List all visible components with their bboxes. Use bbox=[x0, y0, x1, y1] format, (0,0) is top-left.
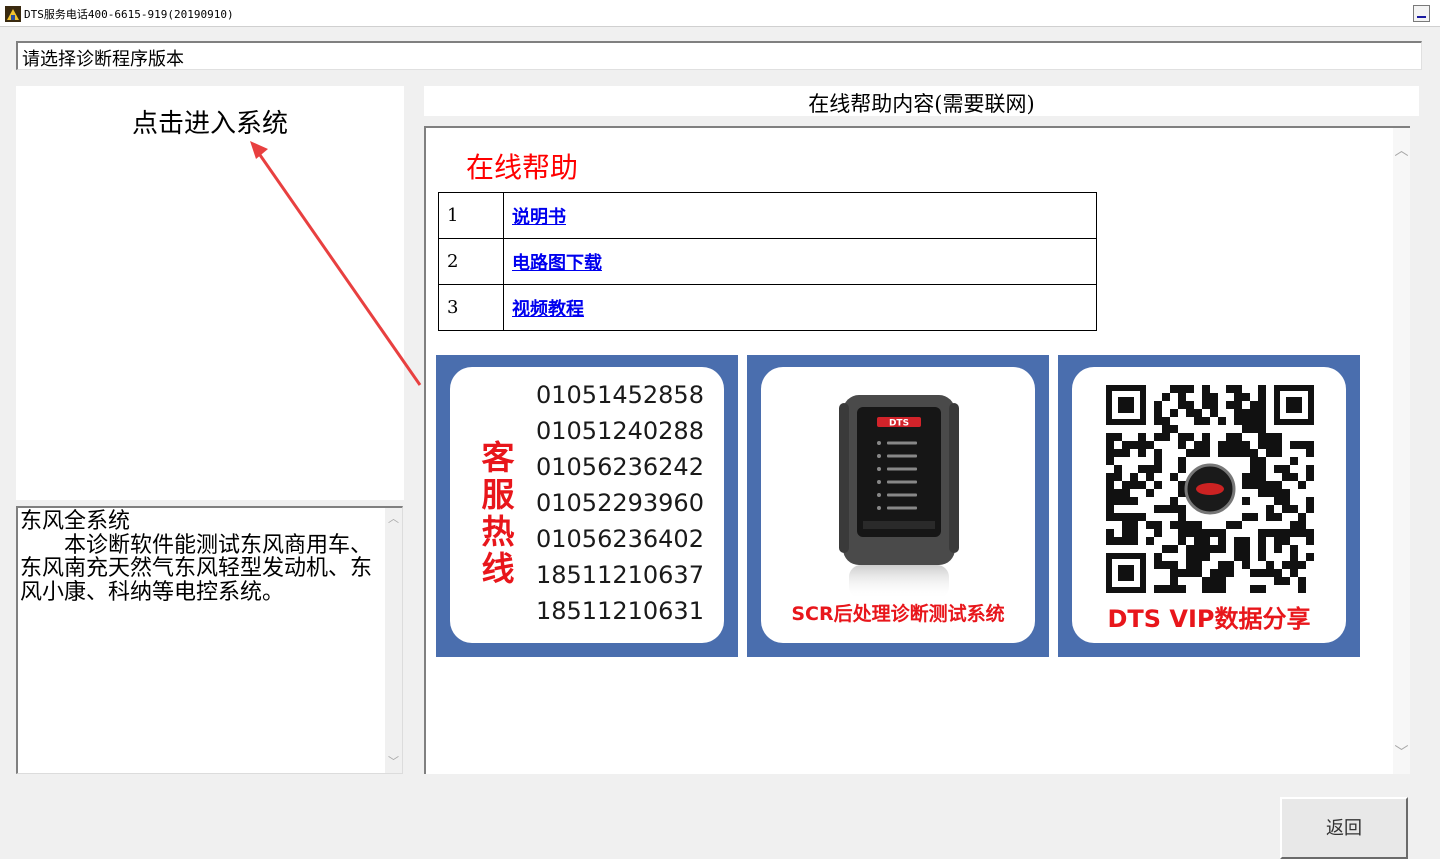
table-row: 3 视频教程 bbox=[438, 284, 1097, 331]
help-link-table: 1 说明书 2 电路图下载 3 视频教程 bbox=[438, 192, 1097, 331]
help-title: 在线帮助 bbox=[466, 151, 579, 184]
phone-number: 01052293960 bbox=[536, 489, 704, 517]
return-button[interactable]: 返回 bbox=[1280, 797, 1408, 859]
help-header: 在线帮助内容(需要联网) bbox=[424, 86, 1419, 116]
phone-number: 01051452858 bbox=[536, 381, 704, 409]
scroll-down-icon[interactable]: ﹀ bbox=[1393, 742, 1410, 762]
phone-number: 18511210631 bbox=[536, 597, 704, 625]
scroll-up-icon[interactable]: ︿ bbox=[1393, 140, 1410, 160]
scroll-down-icon[interactable]: ﹀ bbox=[385, 753, 402, 769]
phone-number: 01051240288 bbox=[536, 417, 704, 445]
row-number: 2 bbox=[438, 238, 504, 285]
phone-list: 01051452858 01051240288 01056236242 0105… bbox=[536, 377, 704, 629]
device-card: DTS SCR后处理诊断测试系统 bbox=[761, 367, 1035, 643]
qr-banner: DTS VIP数据分享 bbox=[1058, 355, 1360, 657]
phone-number: 18511210637 bbox=[536, 561, 704, 589]
description-text: 东风全系统 本诊断软件能测试东风商用车、东风南充天然气东风轻型发动机、东风小康、… bbox=[20, 510, 386, 604]
device-logo: DTS bbox=[889, 419, 909, 429]
wiring-diagram-link[interactable]: 电路图下载 bbox=[512, 253, 602, 274]
manual-link[interactable]: 说明书 bbox=[512, 207, 566, 228]
video-tutorial-link[interactable]: 视频教程 bbox=[512, 299, 584, 320]
hotline-card: 客服热线 01051452858 01051240288 01056236242… bbox=[450, 367, 724, 643]
device-banner: DTS SCR后处理诊断测试系统 bbox=[747, 355, 1049, 657]
table-row: 2 电路图下载 bbox=[438, 238, 1097, 285]
description-textbox[interactable]: 东风全系统 本诊断软件能测试东风商用车、东风南充天然气东风轻型发动机、东风小康、… bbox=[16, 506, 403, 774]
scroll-up-icon[interactable]: ︿ bbox=[385, 510, 402, 526]
table-row: 1 说明书 bbox=[438, 192, 1097, 239]
phone-number: 01056236242 bbox=[536, 453, 704, 481]
diagnostic-device-image: DTS bbox=[839, 395, 959, 599]
row-number: 3 bbox=[438, 284, 504, 331]
qr-code-image bbox=[1106, 385, 1314, 593]
qr-card: DTS VIP数据分享 bbox=[1072, 367, 1346, 643]
description-title: 东风全系统 bbox=[20, 509, 131, 534]
browser-scrollbar[interactable]: ︿ ﹀ bbox=[1393, 128, 1410, 774]
hotline-label: 客服热线 bbox=[481, 438, 515, 588]
hotline-banner: 客服热线 01051452858 01051240288 01056236242… bbox=[436, 355, 738, 657]
phone-number: 01056236402 bbox=[536, 525, 704, 553]
device-caption: SCR后处理诊断测试系统 bbox=[791, 603, 1005, 625]
qr-caption: DTS VIP数据分享 bbox=[1107, 605, 1311, 633]
help-browser[interactable]: 在线帮助 1 说明书 2 电路图下载 3 视频教程 客服热线 010514528… bbox=[424, 126, 1410, 774]
row-number: 1 bbox=[438, 192, 504, 239]
description-scrollbar[interactable]: ︿ ﹀ bbox=[385, 508, 402, 773]
description-body: 本诊断软件能测试东风商用车、东风南充天然气东风轻型发动机、东风小康、科纳等电控系… bbox=[20, 532, 373, 605]
help-header-title: 在线帮助内容(需要联网) bbox=[808, 92, 1035, 116]
